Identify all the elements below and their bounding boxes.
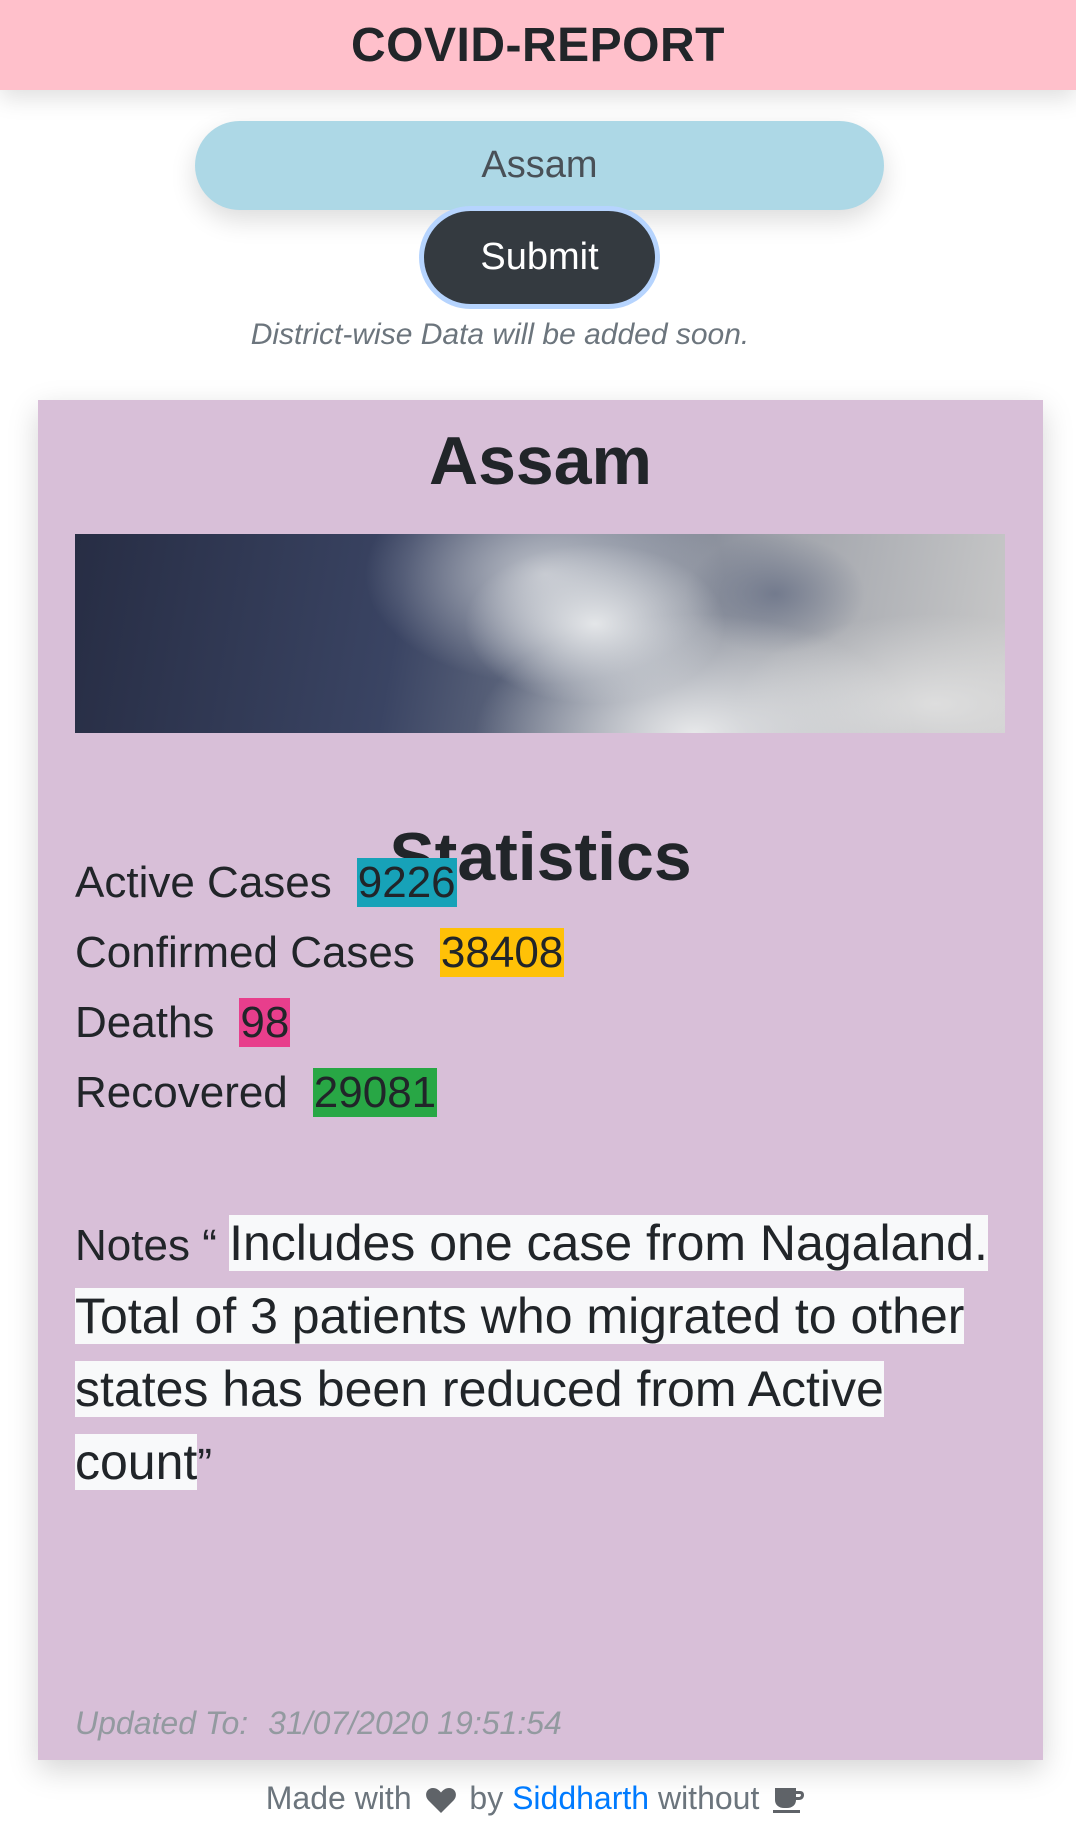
coffee-icon (772, 1784, 806, 1822)
heart-icon (425, 1785, 457, 1822)
stat-deaths-value: 98 (239, 998, 291, 1047)
stat-deaths-label: Deaths (75, 998, 215, 1047)
notes-close-quote: ” (197, 1440, 212, 1489)
stat-confirmed-value: 38408 (439, 928, 565, 977)
submit-button[interactable]: Submit (424, 211, 655, 304)
notes-open-quote: “ (202, 1221, 217, 1270)
app-title: COVID-REPORT (350, 18, 725, 72)
app-header: COVID-REPORT (0, 0, 1076, 90)
updated-timestamp: Updated To: 31/07/2020 19:51:54 (75, 1705, 562, 1742)
stat-active-row: Active Cases 9226 (75, 858, 457, 908)
footer: Made with by Siddharth without (0, 1780, 1076, 1822)
footer-without: without (657, 1780, 760, 1816)
stat-active-label: Active Cases (75, 858, 332, 907)
stat-recovered-value: 29081 (312, 1068, 438, 1117)
state-search-input[interactable] (195, 121, 884, 210)
stat-deaths-row: Deaths 98 (75, 998, 291, 1048)
state-title: Assam (428, 423, 653, 499)
cloudy-sky-image (75, 534, 1005, 733)
stat-active-value: 9226 (356, 858, 457, 907)
stat-recovered-row: Recovered 29081 (75, 1068, 438, 1118)
state-card: Assam Statistics Active Cases 9226 Confir… (38, 400, 1043, 1760)
notes-label: Notes (75, 1221, 190, 1270)
stat-confirmed-row: Confirmed Cases 38408 (75, 928, 565, 978)
updated-label: Updated To: (75, 1705, 249, 1741)
notes-block: Notes “ Includes one case from Nagaland.… (75, 1208, 1020, 1500)
district-note: District-wise Data will be added soon. (250, 318, 750, 351)
footer-made-with: Made with (265, 1780, 412, 1816)
updated-value: 31/07/2020 19:51:54 (268, 1705, 562, 1741)
footer-by: by (469, 1780, 504, 1816)
stat-confirmed-label: Confirmed Cases (75, 928, 415, 977)
author-link[interactable]: Siddharth (512, 1780, 649, 1816)
stat-recovered-label: Recovered (75, 1068, 288, 1117)
